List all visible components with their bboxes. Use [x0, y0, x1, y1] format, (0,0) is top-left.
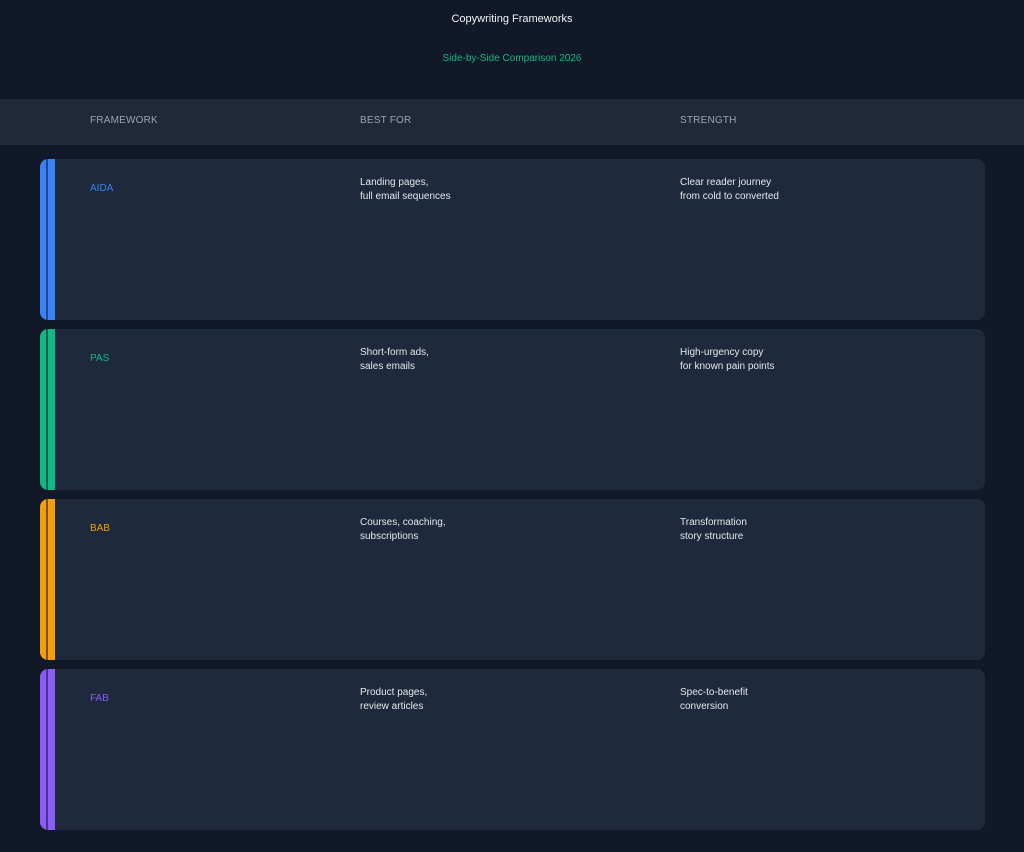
framework-row-aida: AIDA Landing pages, full email sequences…	[40, 159, 985, 320]
table-header: FRAMEWORK BEST FOR STRENGTH	[0, 99, 1024, 145]
comparison-page: Copywriting Frameworks Side-by-Side Comp…	[0, 0, 1024, 852]
best-for-cell: Product pages, review articles	[360, 686, 427, 714]
page-subtitle: Side-by-Side Comparison 2026	[442, 53, 582, 64]
strength-cell: High-urgency copy for known pain points	[680, 346, 775, 374]
strength-cell: Spec-to-benefit conversion	[680, 686, 748, 714]
column-header-framework: FRAMEWORK	[90, 115, 158, 126]
strength-line: Spec-to-benefit	[680, 687, 748, 698]
page-title: Copywriting Frameworks	[451, 13, 573, 25]
best-for-line: full email sequences	[360, 191, 451, 202]
framework-name: BAB	[90, 523, 111, 534]
strength-cell: Transformation story structure	[680, 516, 747, 544]
best-for-line: Courses, coaching,	[360, 517, 446, 528]
best-for-cell: Courses, coaching, subscriptions	[360, 516, 446, 544]
strength-line: Transformation	[680, 517, 747, 528]
best-for-line: sales emails	[360, 361, 416, 372]
strength-cell: Clear reader journey from cold to conver…	[680, 176, 779, 204]
row-accent-bar	[40, 329, 55, 490]
best-for-line: Product pages,	[360, 687, 428, 698]
column-header-best-for: BEST FOR	[360, 115, 412, 126]
framework-row-fab: FAB Product pages, review articles Spec-…	[40, 669, 985, 830]
best-for-cell: Landing pages, full email sequences	[360, 176, 451, 204]
framework-name: FAB	[90, 693, 109, 704]
best-for-line: Short-form ads,	[360, 347, 429, 358]
strength-line: High-urgency copy	[680, 347, 764, 358]
strength-line: from cold to converted	[680, 191, 779, 202]
strength-line: Clear reader journey	[680, 177, 772, 188]
best-for-line: subscriptions	[360, 531, 419, 542]
best-for-line: Landing pages,	[360, 177, 429, 188]
framework-row-bab: BAB Courses, coaching, subscriptions Tra…	[40, 499, 985, 660]
framework-name: PAS	[90, 353, 110, 364]
row-accent-bar	[40, 159, 55, 320]
strength-line: for known pain points	[680, 361, 775, 372]
row-accent-bar	[40, 669, 55, 830]
row-accent-bar	[40, 499, 55, 660]
best-for-line: review articles	[360, 701, 424, 712]
strength-line: story structure	[680, 531, 744, 542]
column-header-strength: STRENGTH	[680, 115, 737, 126]
strength-line: conversion	[680, 701, 729, 712]
framework-row-pas: PAS Short-form ads, sales emails High-ur…	[40, 329, 985, 490]
framework-name: AIDA	[90, 183, 114, 194]
best-for-cell: Short-form ads, sales emails	[360, 346, 429, 374]
